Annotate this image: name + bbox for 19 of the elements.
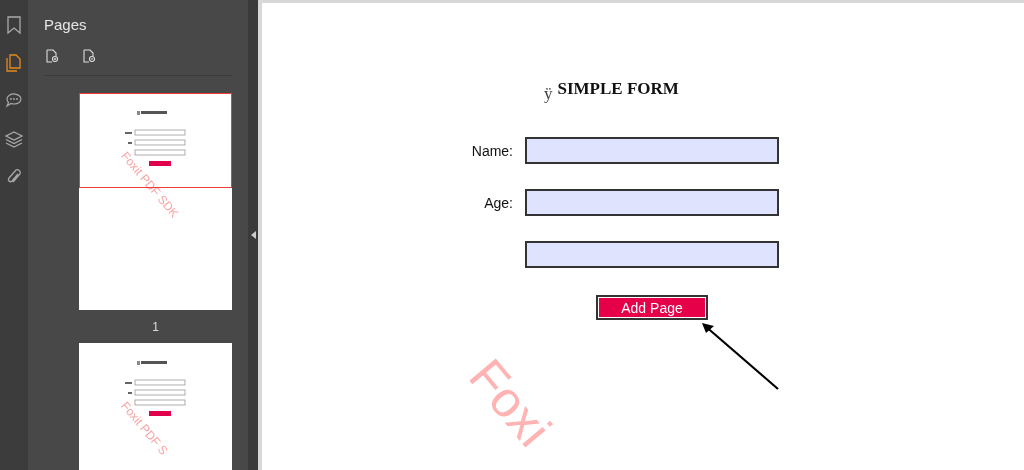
- page-number: 1: [152, 320, 159, 334]
- page-zoom-out-icon: [83, 49, 96, 63]
- zoom-button[interactable]: [81, 47, 98, 65]
- form-title: SIMPLE FORM: [557, 79, 679, 99]
- input-field[interactable]: [525, 137, 779, 164]
- bookmark-icon: [7, 16, 21, 34]
- layers-icon: [5, 130, 23, 148]
- zoom-button[interactable]: [44, 47, 61, 65]
- collapse-icon[interactable]: [250, 231, 256, 239]
- field-label: Name:: [471, 142, 513, 159]
- panel-title: Pages: [44, 16, 88, 33]
- input-field[interactable]: [525, 241, 779, 268]
- comments-icon: [5, 92, 23, 110]
- title-glyph: ÿ: [544, 84, 553, 104]
- field-label: Age:: [484, 194, 513, 211]
- pages-icon: [6, 54, 22, 72]
- input-field[interactable]: [525, 189, 779, 216]
- add-page-button[interactable]: Add Page: [596, 295, 708, 320]
- page-zoom-in-icon: [46, 49, 59, 63]
